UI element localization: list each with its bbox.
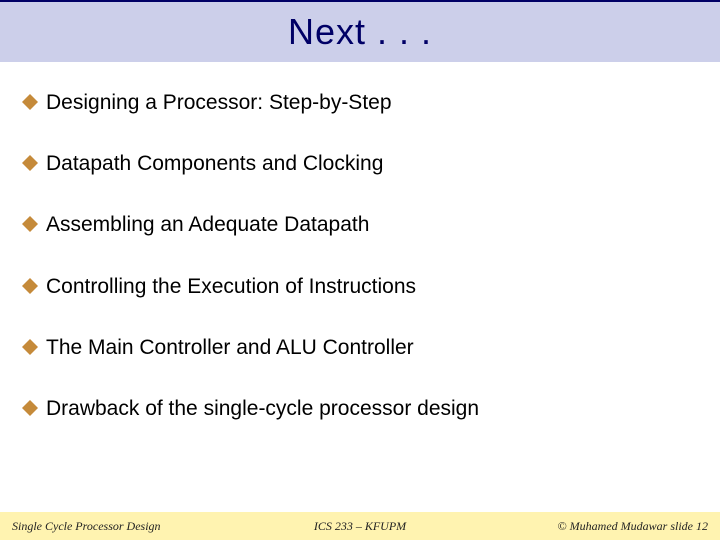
list-item: Assembling an Adequate Datapath [22,212,698,237]
diamond-bullet-icon [22,339,38,355]
diamond-bullet-icon [22,94,38,110]
bullet-text: Controlling the Execution of Instruction… [46,274,416,299]
bullet-text: Assembling an Adequate Datapath [46,212,369,237]
diamond-bullet-icon [22,400,38,416]
bullet-text: Designing a Processor: Step-by-Step [46,90,392,115]
footer-center: ICS 233 – KFUPM [314,519,406,534]
bullet-text: Datapath Components and Clocking [46,151,383,176]
footer-left: Single Cycle Processor Design [12,519,161,534]
diamond-bullet-icon [22,216,38,232]
diamond-bullet-icon [22,155,38,171]
title-bar: Next . . . [0,0,720,62]
bullet-text: The Main Controller and ALU Controller [46,335,414,360]
footer-right: © Muhamed Mudawar slide 12 [558,519,708,534]
bullet-text: Drawback of the single-cycle processor d… [46,396,479,421]
list-item: Drawback of the single-cycle processor d… [22,396,698,421]
footer-bar: Single Cycle Processor Design ICS 233 – … [0,512,720,540]
list-item: Controlling the Execution of Instruction… [22,274,698,299]
list-item: Designing a Processor: Step-by-Step [22,90,698,115]
diamond-bullet-icon [22,278,38,294]
list-item: Datapath Components and Clocking [22,151,698,176]
list-item: The Main Controller and ALU Controller [22,335,698,360]
content-area: Designing a Processor: Step-by-Step Data… [0,62,720,421]
slide-title: Next . . . [288,11,432,53]
